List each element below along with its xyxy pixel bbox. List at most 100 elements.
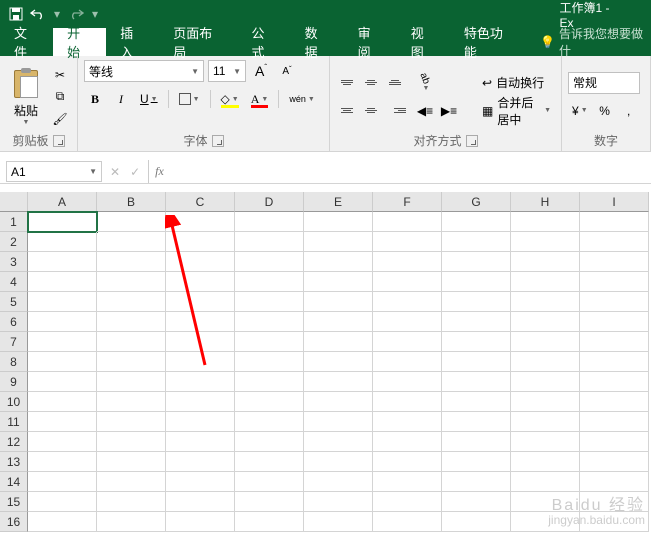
cell-A2[interactable] <box>28 232 97 252</box>
cell-H1[interactable] <box>511 212 580 232</box>
cell-C15[interactable] <box>166 492 235 512</box>
cell-B6[interactable] <box>97 312 166 332</box>
orientation-button[interactable]: ab▼ <box>414 72 436 94</box>
phonetic-button[interactable]: wén▼ <box>285 88 318 110</box>
cell-C5[interactable] <box>166 292 235 312</box>
border-button[interactable]: ▼ <box>175 88 204 110</box>
grow-font-button[interactable]: Aˆ <box>250 60 272 82</box>
font-size-combo[interactable]: 11▼ <box>208 60 246 82</box>
align-top-button[interactable] <box>336 72 358 94</box>
font-color-button[interactable]: A▼ <box>247 88 273 110</box>
cell-B3[interactable] <box>97 252 166 272</box>
cell-D10[interactable] <box>235 392 304 412</box>
row-header-11[interactable]: 11 <box>0 412 28 432</box>
col-header-F[interactable]: F <box>373 192 442 212</box>
row-header-13[interactable]: 13 <box>0 452 28 472</box>
cell-A4[interactable] <box>28 272 97 292</box>
decrease-indent-button[interactable]: ◀≡ <box>414 100 436 122</box>
cell-E9[interactable] <box>304 372 373 392</box>
cell-A1[interactable] <box>28 212 97 232</box>
cut-button[interactable]: ✂ <box>50 66 70 84</box>
format-painter-button[interactable]: 🖌 <box>50 110 70 128</box>
cell-I4[interactable] <box>580 272 649 292</box>
cell-D2[interactable] <box>235 232 304 252</box>
align-left-button[interactable] <box>336 100 358 122</box>
number-format-combo[interactable]: 常规 <box>568 72 640 94</box>
select-all-corner[interactable] <box>0 192 28 212</box>
cell-A7[interactable] <box>28 332 97 352</box>
tab-insert[interactable]: 插入 <box>106 28 159 56</box>
col-header-C[interactable]: C <box>166 192 235 212</box>
align-bottom-button[interactable] <box>384 72 406 94</box>
align-launcher[interactable] <box>466 135 478 147</box>
cell-F8[interactable] <box>373 352 442 372</box>
cell-G1[interactable] <box>442 212 511 232</box>
cell-D16[interactable] <box>235 512 304 532</box>
cell-C2[interactable] <box>166 232 235 252</box>
cell-H9[interactable] <box>511 372 580 392</box>
cell-I9[interactable] <box>580 372 649 392</box>
cell-H7[interactable] <box>511 332 580 352</box>
cell-F11[interactable] <box>373 412 442 432</box>
cell-A13[interactable] <box>28 452 97 472</box>
col-header-G[interactable]: G <box>442 192 511 212</box>
cell-C10[interactable] <box>166 392 235 412</box>
shrink-font-button[interactable]: Aˇ <box>276 60 298 82</box>
row-header-8[interactable]: 8 <box>0 352 28 372</box>
cell-I2[interactable] <box>580 232 649 252</box>
tab-special[interactable]: 特色功能 <box>450 28 528 56</box>
copy-button[interactable]: ⧉ <box>50 88 70 106</box>
cell-C3[interactable] <box>166 252 235 272</box>
cell-B4[interactable] <box>97 272 166 292</box>
cell-H12[interactable] <box>511 432 580 452</box>
cell-D15[interactable] <box>235 492 304 512</box>
cell-F1[interactable] <box>373 212 442 232</box>
row-header-10[interactable]: 10 <box>0 392 28 412</box>
cell-C8[interactable] <box>166 352 235 372</box>
cell-D4[interactable] <box>235 272 304 292</box>
cell-G6[interactable] <box>442 312 511 332</box>
cell-E14[interactable] <box>304 472 373 492</box>
cell-H13[interactable] <box>511 452 580 472</box>
cell-G16[interactable] <box>442 512 511 532</box>
cell-F16[interactable] <box>373 512 442 532</box>
row-header-4[interactable]: 4 <box>0 272 28 292</box>
tab-home[interactable]: 开始 <box>53 28 106 56</box>
cell-H5[interactable] <box>511 292 580 312</box>
row-header-6[interactable]: 6 <box>0 312 28 332</box>
tab-data[interactable]: 数据 <box>291 28 344 56</box>
comma-button[interactable]: , <box>618 100 640 122</box>
cell-I10[interactable] <box>580 392 649 412</box>
cell-H11[interactable] <box>511 412 580 432</box>
cell-B12[interactable] <box>97 432 166 452</box>
col-header-E[interactable]: E <box>304 192 373 212</box>
formula-input[interactable] <box>170 160 651 183</box>
col-header-D[interactable]: D <box>235 192 304 212</box>
cell-E15[interactable] <box>304 492 373 512</box>
cell-E2[interactable] <box>304 232 373 252</box>
cell-C11[interactable] <box>166 412 235 432</box>
cell-F15[interactable] <box>373 492 442 512</box>
col-header-H[interactable]: H <box>511 192 580 212</box>
cell-F2[interactable] <box>373 232 442 252</box>
cell-F6[interactable] <box>373 312 442 332</box>
cell-D13[interactable] <box>235 452 304 472</box>
cell-D1[interactable] <box>235 212 304 232</box>
cell-F12[interactable] <box>373 432 442 452</box>
wrap-text-button[interactable]: ↩自动换行 <box>478 72 555 94</box>
cell-D11[interactable] <box>235 412 304 432</box>
cell-A9[interactable] <box>28 372 97 392</box>
cell-H2[interactable] <box>511 232 580 252</box>
cell-I11[interactable] <box>580 412 649 432</box>
fill-color-button[interactable]: ◇▼ <box>217 88 243 110</box>
font-launcher[interactable] <box>212 135 224 147</box>
cell-G4[interactable] <box>442 272 511 292</box>
align-middle-button[interactable] <box>360 72 382 94</box>
cell-I16[interactable] <box>580 512 649 532</box>
name-box[interactable]: A1▼ <box>6 161 102 182</box>
cell-A14[interactable] <box>28 472 97 492</box>
cell-C14[interactable] <box>166 472 235 492</box>
cell-A8[interactable] <box>28 352 97 372</box>
cell-B2[interactable] <box>97 232 166 252</box>
cell-A5[interactable] <box>28 292 97 312</box>
